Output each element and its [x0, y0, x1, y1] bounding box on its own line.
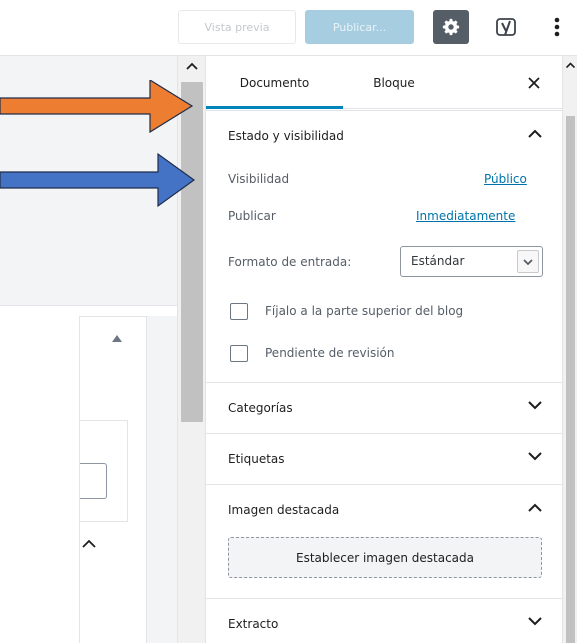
- tags-panel-header[interactable]: Etiquetas: [206, 433, 562, 483]
- visibility-label: Visibilidad: [228, 172, 290, 186]
- gear-icon: [442, 18, 460, 36]
- yoast-button[interactable]: [494, 14, 520, 40]
- more-options-button[interactable]: [548, 12, 566, 42]
- chevron-up-icon[interactable]: [82, 539, 96, 548]
- panel-title: Categorías: [228, 401, 293, 415]
- close-icon: [528, 77, 540, 89]
- featured-image-panel-header[interactable]: Imagen destacada: [206, 484, 562, 534]
- pending-review-label: Pendiente de revisión: [265, 346, 395, 360]
- scroll-up-icon[interactable]: [566, 62, 575, 68]
- tab-block[interactable]: Bloque: [344, 56, 444, 109]
- chevron-down-icon: [528, 617, 542, 626]
- preview-button[interactable]: Vista previa: [178, 10, 296, 44]
- panel-title: Etiquetas: [228, 452, 285, 466]
- publish-button[interactable]: Publicar...: [305, 10, 414, 44]
- sticky-checkbox[interactable]: [230, 303, 248, 320]
- post-format-select[interactable]: Estándar: [400, 246, 543, 277]
- orange-arrow-icon: [0, 80, 194, 134]
- sticky-label: Fíjalo a la parte superior del blog: [265, 304, 464, 318]
- post-format-label: Formato de entrada:: [228, 255, 352, 269]
- excerpt-panel-header[interactable]: Extracto: [206, 598, 562, 643]
- status-visibility-panel-header[interactable]: Estado y visibilidad: [206, 110, 562, 160]
- yoast-icon: [496, 18, 516, 36]
- chevron-down-icon: [517, 250, 539, 273]
- set-featured-image-button[interactable]: Establecer imagen destacada: [228, 537, 542, 578]
- editor-gutter: [147, 316, 177, 643]
- settings-button[interactable]: [433, 10, 469, 44]
- settings-sidebar: Documento Bloque Estado y visibilidad Vi…: [206, 56, 562, 643]
- post-format-value: Estándar: [411, 254, 465, 268]
- visibility-link[interactable]: Público: [484, 172, 527, 186]
- categories-panel-header[interactable]: Categorías: [206, 382, 562, 432]
- chevron-down-icon: [528, 452, 542, 461]
- annotation-arrows: [0, 80, 196, 208]
- panel-title: Imagen destacada: [228, 503, 340, 517]
- chevron-up-icon: [528, 503, 542, 512]
- scroll-up-icon[interactable]: [186, 62, 198, 70]
- publish-label: Publicar: [228, 209, 276, 223]
- triangle-up-icon[interactable]: [112, 335, 122, 342]
- publish-date-link[interactable]: Inmediatamente: [416, 209, 515, 223]
- more-vertical-icon: [554, 17, 560, 37]
- editor-toolbar: Vista previa Publicar...: [0, 0, 577, 56]
- chevron-down-icon: [528, 401, 542, 410]
- close-sidebar-button[interactable]: [524, 73, 544, 93]
- tab-document[interactable]: Documento: [206, 56, 343, 109]
- panel-title: Estado y visibilidad: [228, 129, 344, 143]
- scrollbar-thumb[interactable]: [566, 116, 575, 643]
- sidebar-scrollbar[interactable]: [562, 56, 577, 643]
- sidebar-tabs: Documento Bloque: [206, 56, 562, 109]
- blue-arrow-icon: [0, 152, 196, 208]
- meta-input[interactable]: [80, 463, 107, 499]
- chevron-up-icon: [528, 129, 542, 138]
- panel-title: Extracto: [228, 617, 279, 631]
- editor-meta-panel: [79, 316, 147, 643]
- pending-review-checkbox[interactable]: [230, 345, 248, 362]
